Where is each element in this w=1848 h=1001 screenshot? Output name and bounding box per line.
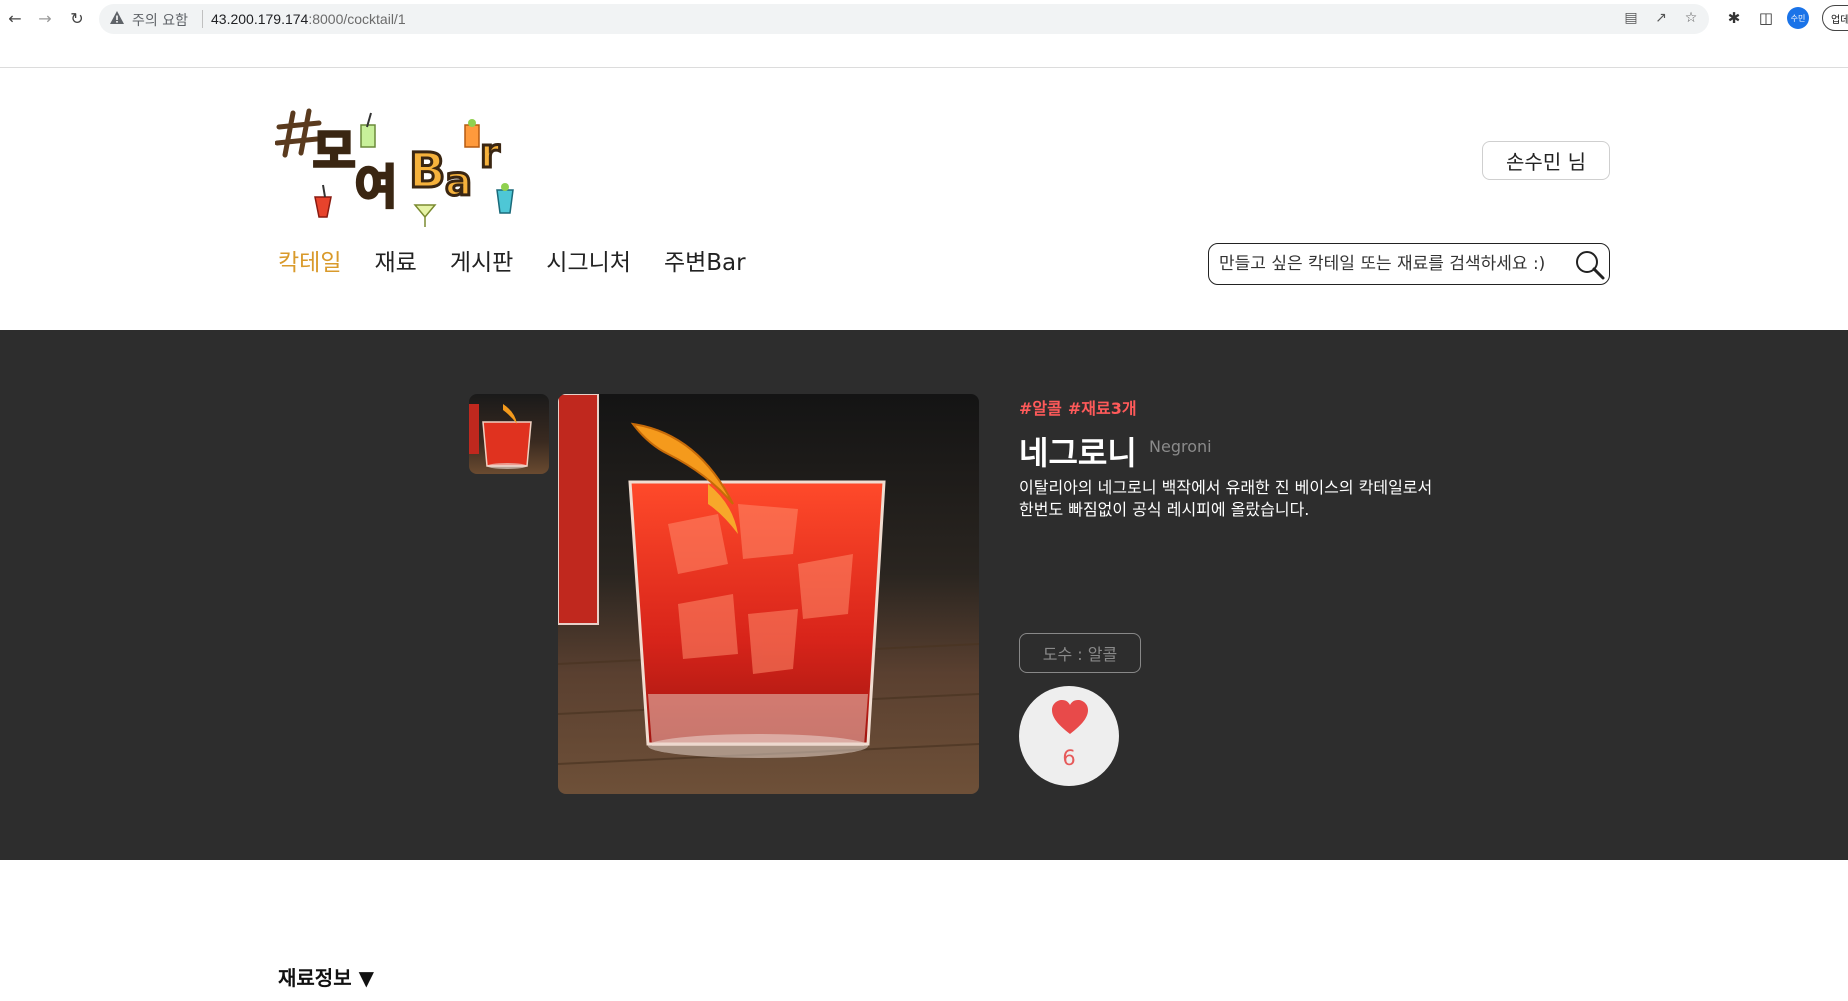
svg-text:모: 모 <box>313 124 355 178</box>
cocktail-thumbnail[interactable] <box>469 394 549 474</box>
menu-item-ingredients[interactable]: 재료 <box>374 243 416 277</box>
menu-item-nearby-bar[interactable]: 주변Bar <box>664 243 746 277</box>
browser-chrome: ← → ↻ 주의 요함 43.200.179.174:8000/cocktail… <box>0 0 1848 68</box>
like-button[interactable]: 6 <box>1019 686 1119 786</box>
security-warning-text[interactable]: 주의 요함 <box>132 10 188 30</box>
update-button[interactable]: 업데 <box>1822 5 1848 31</box>
search-input[interactable] <box>1219 252 1569 276</box>
svg-text:여: 여 <box>355 160 397 214</box>
url-host: 43.200.179.174 <box>211 11 309 27</box>
menu-item-cocktail[interactable]: 칵테일 <box>278 243 341 277</box>
svg-text:B: B <box>409 143 446 199</box>
svg-text:a: a <box>445 159 472 205</box>
menu-item-board[interactable]: 게시판 <box>450 243 513 277</box>
url-path: :8000/cocktail/1 <box>308 11 406 27</box>
back-icon[interactable]: ← <box>4 7 26 29</box>
share-icon[interactable]: ↗ <box>1652 10 1670 28</box>
bookmark-star-icon[interactable]: ☆ <box>1682 10 1700 28</box>
like-count: 6 <box>1062 746 1076 770</box>
tag-ingredient-count[interactable]: #재료3개 <box>1068 399 1137 418</box>
translate-icon[interactable]: ▤ <box>1622 10 1640 28</box>
svg-text:r: r <box>480 131 500 177</box>
url-text[interactable]: 43.200.179.174:8000/cocktail/1 <box>211 11 406 27</box>
search-icon[interactable] <box>1574 249 1606 281</box>
extensions-icon[interactable]: ✱ <box>1724 9 1744 29</box>
cocktail-name-english: Negroni <box>1149 437 1212 456</box>
menu-item-signature[interactable]: 시그니처 <box>546 243 631 277</box>
main-menu: 칵테일 재료 게시판 시그니처 주변Bar <box>278 243 746 277</box>
user-profile-button[interactable]: 손수민 님 <box>1482 141 1610 180</box>
heart-icon <box>1052 700 1088 734</box>
cocktail-name: 네그로니 <box>1019 434 1137 472</box>
warning-icon[interactable] <box>109 10 125 26</box>
side-panel-icon[interactable]: ◫ <box>1756 9 1776 29</box>
cocktail-tags: #알콜 #재료3개 <box>1019 395 1143 419</box>
address-bar[interactable]: 주의 요함 43.200.179.174:8000/cocktail/1 ▤ ↗… <box>99 4 1709 34</box>
cocktail-main-image <box>558 394 979 794</box>
tag-alcohol[interactable]: #알콜 <box>1019 399 1062 418</box>
search-box <box>1208 243 1610 285</box>
abv-badge: 도수 : 알콜 <box>1019 633 1141 673</box>
reload-icon[interactable]: ↻ <box>66 7 88 29</box>
cocktail-description: 이탈리아의 네그로니 백작에서 유래한 진 베이스의 칵테일로서 한번도 빠짐없… <box>1019 478 1433 519</box>
profile-avatar[interactable]: 수민 <box>1787 7 1809 29</box>
url-separator <box>202 10 203 28</box>
ingredients-section-title[interactable]: 재료정보 ▼ <box>278 962 374 991</box>
site-logo[interactable]: 모 여 B a r <box>274 105 527 230</box>
forward-icon[interactable]: → <box>34 7 56 29</box>
